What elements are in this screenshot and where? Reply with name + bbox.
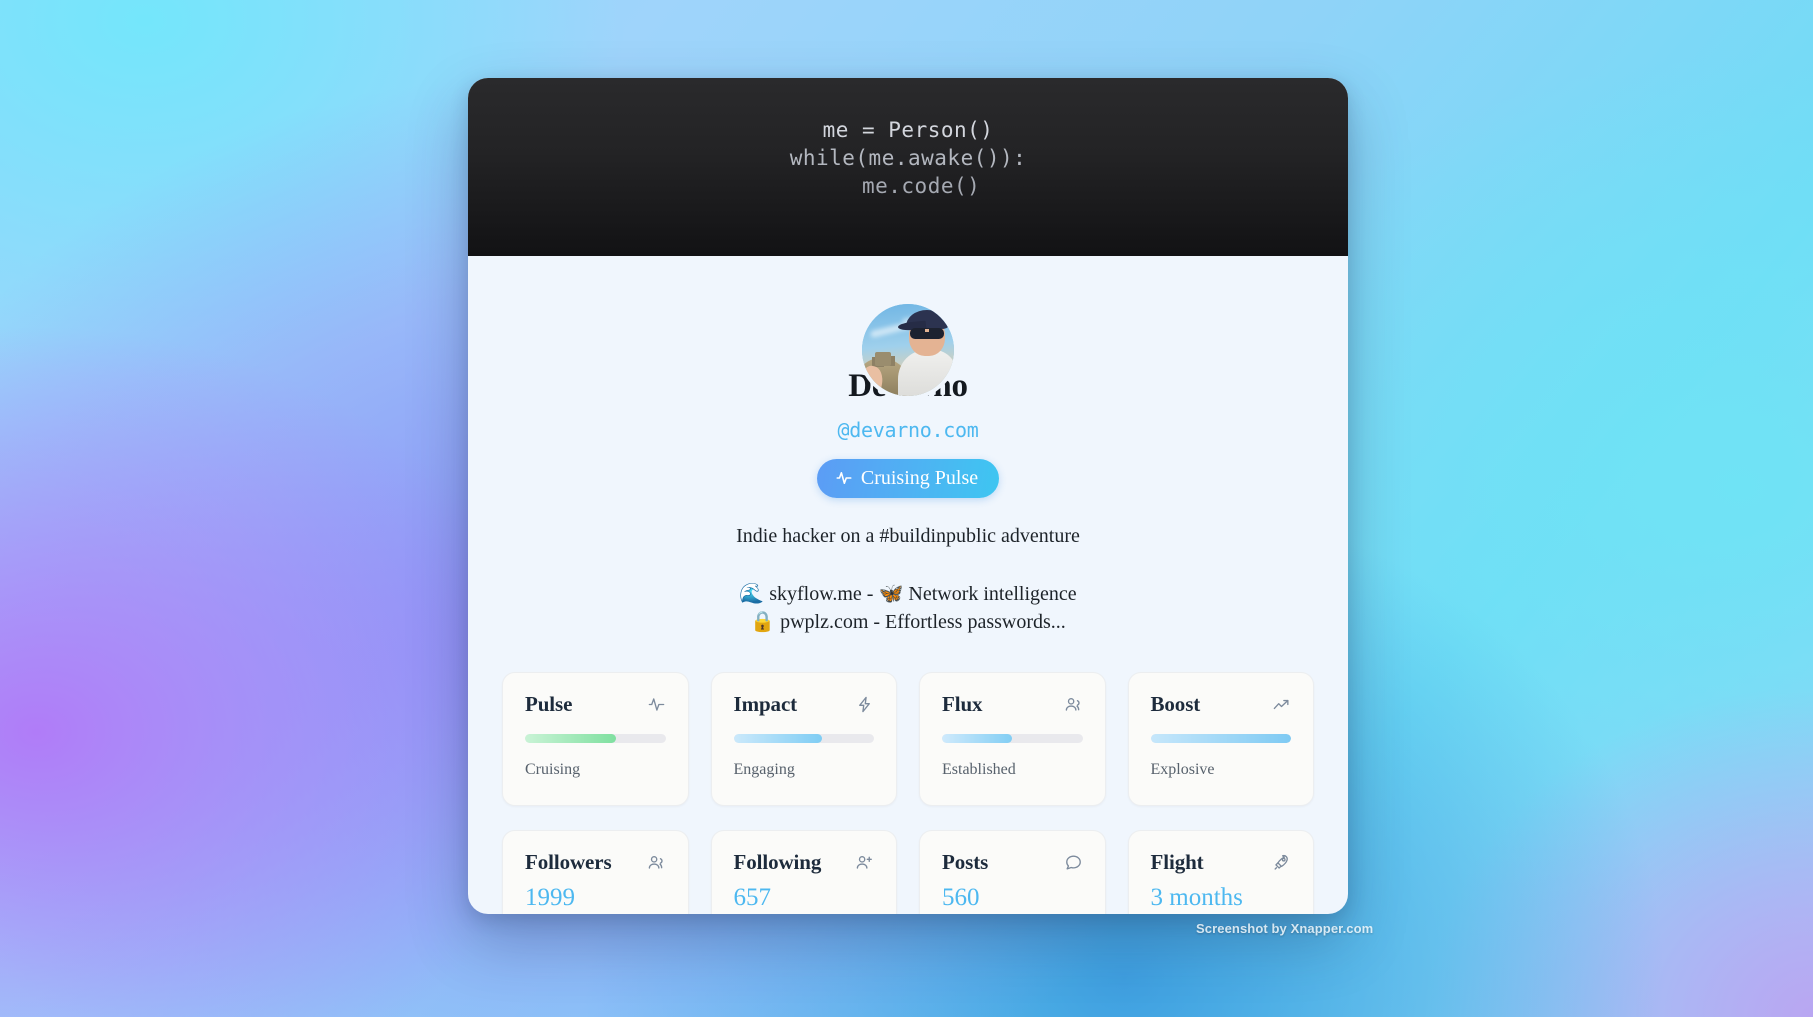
stat-title: Following [733,850,822,875]
profile-card: me = Person() while(me.awake()): me.code… [468,78,1348,914]
rocket-icon [1272,853,1291,872]
banner-code-block: me = Person() while(me.awake()): me.code… [468,116,1348,200]
meter-title: Impact [733,692,798,717]
stat-header: Followers [525,850,666,875]
handle[interactable]: @devarno.com [468,418,1348,442]
meter-track [1150,734,1291,744]
users-icon [1064,695,1083,714]
stat-card-followers[interactable]: Followers 1999 19.8 / day [502,830,689,914]
avatar-torso [898,350,954,396]
avatar-sunglasses-bridge [925,329,929,332]
users-icon [647,853,666,872]
stat-header: Following [734,850,875,875]
banner-code-line-2: while(me.awake()): [789,146,1027,170]
watermark: Screenshot by Xnapper.com [1196,921,1374,936]
stat-value: 3 months [1150,884,1243,912]
meter-label: Engaging [733,761,795,779]
meter-card-pulse[interactable]: Pulse Cruising [502,672,689,807]
stat-card-posts[interactable]: Posts 560 5.5 / day [919,830,1106,914]
bolt-icon [855,695,874,714]
meter-card-impact[interactable]: Impact Engaging [710,672,897,807]
meter-fill [525,734,617,744]
meter-card-flux[interactable]: Flux Established [919,672,1106,807]
stat-value: 560 [942,884,980,912]
profile-banner: me = Person() while(me.awake()): me.code… [468,78,1348,256]
meter-fill [942,734,1013,744]
meter-header: Flux [942,692,1083,717]
activity-icon [647,695,666,714]
stat-header: Flight [1151,850,1292,875]
stat-grid: Followers 1999 19.8 / day Following 657 … [468,806,1348,914]
stat-value: 1999 [525,884,575,912]
stat-title: Flight [1150,850,1204,875]
meter-track [733,734,874,744]
meter-label: Explosive [1150,761,1215,779]
avatar[interactable] [858,300,958,400]
meter-grid: Pulse Cruising Impact Engaging Flux Esta… [468,636,1348,807]
stat-header: Posts [942,850,1083,875]
meter-header: Pulse [525,692,666,717]
stat-card-following[interactable]: Following 657 6.5 / day [710,830,897,914]
meter-track [942,734,1083,744]
meter-header: Impact [734,692,875,717]
meter-title: Flux [942,692,983,717]
profile-link-2[interactable]: 🔒 pwplz.com - Effortless passwords... [468,609,1348,637]
profile-bio: Indie hacker on a #buildinpublic adventu… [736,525,1080,547]
avatar-image [862,304,954,396]
stat-title: Posts [942,850,989,875]
stat-value: 657 [733,884,772,912]
message-icon [1064,853,1083,872]
meter-fill [1150,734,1291,744]
activity-icon [835,469,853,487]
meter-title: Boost [1150,692,1201,717]
meter-title: Pulse [525,692,573,717]
meter-header: Boost [1151,692,1292,717]
stat-card-flight[interactable]: Flight 3 months 101 days [1127,830,1314,914]
status-badge[interactable]: Cruising Pulse [816,459,1000,498]
avatar-ruins [875,352,891,366]
meter-label: Cruising [525,761,581,779]
banner-code-line-1: me = Person() [822,118,994,142]
status-badge-label: Cruising Pulse [860,467,979,489]
meter-track [525,734,666,744]
meter-label: Established [942,761,1016,779]
user-plus-icon [855,853,874,872]
trending-up-icon [1272,695,1291,714]
profile-links: 🌊 skyflow.me - 🦋 Network intelligence 🔒 … [468,581,1348,636]
meter-card-boost[interactable]: Boost Explosive [1127,672,1314,807]
banner-code-line-3: me.code() [835,174,981,198]
meter-fill [733,734,822,744]
profile-link-1[interactable]: 🌊 skyflow.me - 🦋 Network intelligence [468,581,1348,609]
stat-title: Followers [525,850,612,875]
